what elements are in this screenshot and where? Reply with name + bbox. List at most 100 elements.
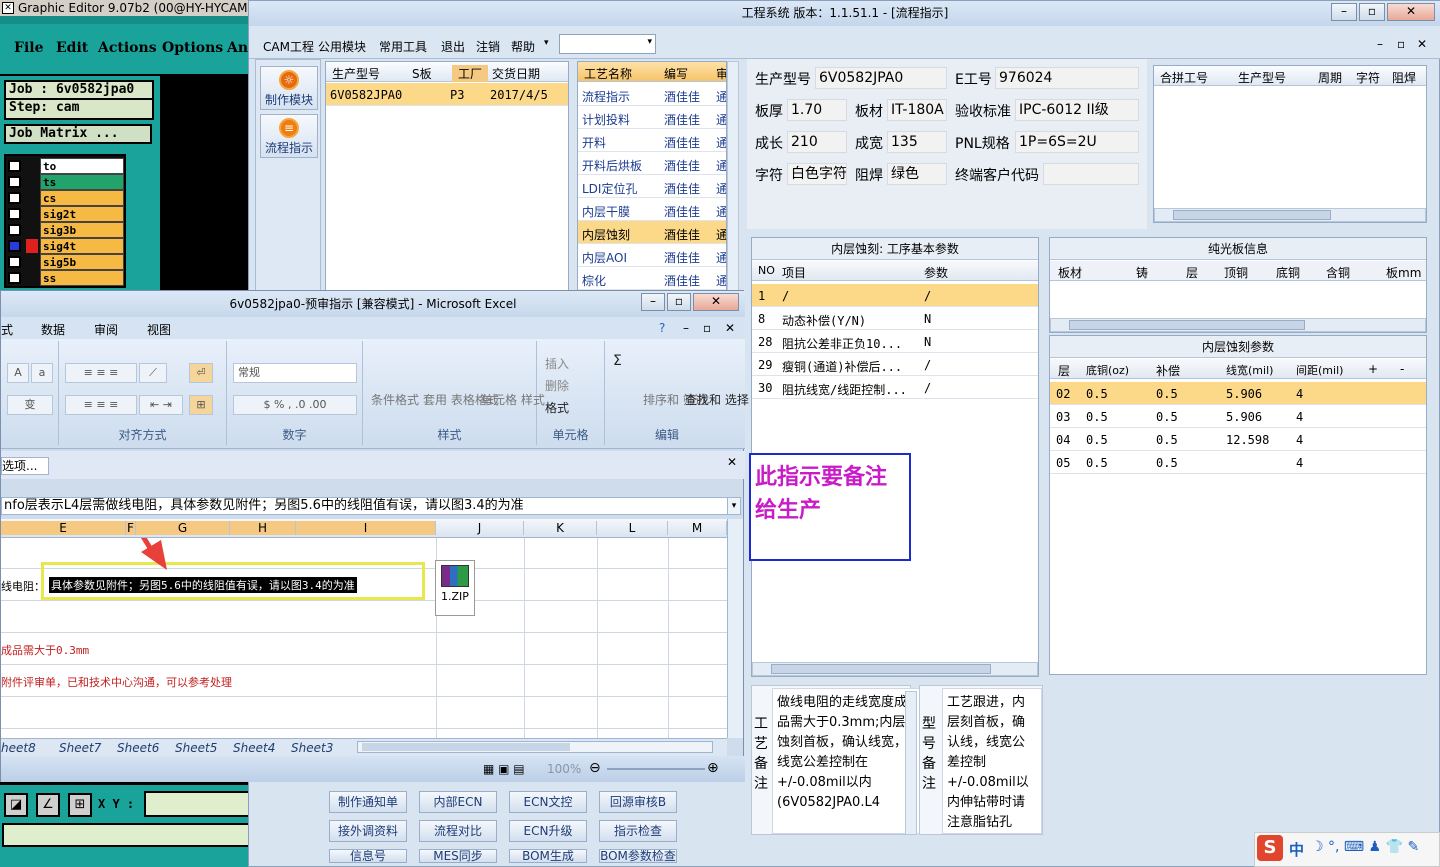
width-field[interactable]: 135 [887, 131, 947, 153]
sheet-tab[interactable]: Sheet3 [291, 741, 333, 755]
table-row[interactable]: 棕化 酒佳佳 通 [578, 267, 726, 290]
options-button[interactable]: 选项... [1, 457, 49, 475]
tab-review[interactable]: 审阅 [94, 321, 118, 338]
excel-hscrollbar[interactable] [357, 741, 713, 753]
col-header[interactable]: 补偿 [1156, 362, 1180, 379]
indent-icons[interactable]: ⇤ ⇥ [139, 395, 183, 415]
bottom-button[interactable]: 信息号 [329, 849, 407, 863]
table-row[interactable]: 04 0.5 0.5 12.598 4 [1050, 428, 1426, 451]
col-header[interactable]: 顶铜 [1224, 264, 1248, 281]
maximize-button[interactable]: ▫ [1359, 3, 1385, 21]
zoom-out-icon[interactable]: ⊖ [589, 760, 601, 776]
bottom-button[interactable]: BOM参数检查 [599, 849, 677, 863]
phonetic-icon[interactable]: 变 [7, 395, 53, 415]
selected-cell-text[interactable]: 具体参数见附件；另图5.6中的线阻值有误，请以图3.4的为准 [49, 577, 357, 593]
excel-vscrollbar[interactable] [727, 519, 743, 738]
ge-menu-file[interactable]: File [14, 40, 43, 56]
toolbar-combo[interactable] [559, 34, 656, 54]
table-row[interactable]: 开料 酒佳佳 通 [578, 129, 726, 152]
table-row[interactable]: 内层AOI 酒佳佳 通 [578, 244, 726, 267]
valign-icons[interactable]: ≡ ≡ ≡ [65, 363, 137, 383]
bottom-button[interactable]: 流程对比 [419, 820, 497, 842]
col-header[interactable]: - [1400, 362, 1404, 376]
col-header[interactable]: 板mm [1386, 264, 1421, 281]
number-format-select[interactable]: 常规 [233, 363, 357, 383]
cell-style-button[interactable]: 单元格 样式 [481, 391, 545, 408]
close-button[interactable]: ✕ [1387, 3, 1435, 21]
table-row[interactable]: 29 瘦铜(通道)补偿后... / [752, 353, 1038, 376]
table-row[interactable]: 内层蚀刻 酒佳佳 通 [578, 221, 726, 244]
col-header[interactable]: 参数 [924, 264, 948, 281]
param-hscrollbar[interactable] [752, 662, 1038, 676]
col-header[interactable]: 编写 [664, 65, 688, 82]
merge-icon[interactable]: ⊞ [189, 395, 213, 415]
ge-command-line[interactable] [2, 823, 250, 847]
model-note-text[interactable]: 工艺跟进，内层刻首板，确认线，线宽公差控制+/-0.08mil以内伸钻带时请注意… [942, 688, 1042, 834]
column-header[interactable]: K [524, 521, 597, 535]
customer-code-field[interactable] [1043, 163, 1139, 185]
table-row[interactable]: 计划投料 酒佳佳 通 [578, 106, 726, 129]
bottom-button[interactable]: ECN文控 [509, 791, 587, 813]
col-header[interactable]: 生产型号 [332, 65, 380, 82]
table-row[interactable]: 8 动态补偿(Y/N) N [752, 307, 1038, 330]
chevron-down-icon[interactable]: ▾ [544, 38, 549, 48]
help-icon[interactable]: ? [659, 321, 665, 335]
table-row[interactable]: 1 / / [752, 284, 1038, 307]
process-scrollbar[interactable] [727, 61, 739, 291]
menu-tools[interactable]: 常用工具 [379, 38, 427, 55]
col-header[interactable]: 层 [1058, 362, 1070, 379]
layer-checkbox[interactable] [8, 192, 21, 204]
bottom-button[interactable]: 接外调资料 [329, 820, 407, 842]
col-header[interactable]: 字符 [1356, 69, 1380, 86]
layer-row[interactable]: to [6, 158, 124, 174]
col-header[interactable]: 底铜(oz) [1086, 362, 1129, 378]
menu-logout[interactable]: 注销 [476, 38, 500, 55]
xy-input[interactable] [144, 791, 250, 817]
col-header[interactable]: 工厂 [452, 65, 489, 82]
bottom-button[interactable]: BOM生成 [509, 849, 587, 863]
excel-minimize-button[interactable]: – [641, 293, 665, 311]
sheet-tab[interactable]: Sheet7 [59, 741, 101, 755]
layer-row[interactable]: ss [6, 270, 124, 286]
layer-row[interactable]: cs [6, 190, 124, 206]
sum-icon[interactable]: Σ [613, 353, 622, 369]
view-mode-icons[interactable]: ▦ ▣ ▤ [483, 762, 525, 776]
tab-view[interactable]: 视图 [147, 321, 171, 338]
font-shrink-icon[interactable]: a [31, 363, 53, 383]
cond-format-button[interactable]: 条件格式 [369, 391, 421, 408]
menu-help[interactable]: 帮助 [511, 38, 535, 55]
tab-data[interactable]: 数据 [41, 321, 65, 338]
table-row[interactable]: 30 阻抗线宽/线距控制... / [752, 376, 1038, 399]
table-format-button[interactable]: 套用 表格格式 [423, 391, 499, 408]
menu-exit[interactable]: 退出 [441, 38, 465, 55]
table-row[interactable]: 6V0582JPA0 P3 2017/4/5 [326, 83, 568, 106]
table-row[interactable]: 05 0.5 0.5 4 [1050, 451, 1426, 474]
sogou-icon[interactable]: S [1257, 835, 1283, 861]
sheet-tab[interactable]: Sheet5 [175, 741, 217, 755]
col-header[interactable]: NO [758, 264, 775, 277]
layer-checkbox[interactable] [8, 272, 21, 284]
ime-tool-icons[interactable]: ☽ °, ⌨ ♟ 👕 ✎ [1311, 839, 1419, 855]
table-row[interactable]: 流程指示 酒佳佳 通 [578, 83, 726, 106]
excel-maximize-button[interactable]: ▫ [667, 293, 691, 311]
ime-mode[interactable]: 中 [1289, 839, 1304, 860]
zoom-in-icon[interactable]: ⊕ [707, 760, 719, 776]
wrap-text-icon[interactable]: ⏎ [189, 363, 213, 383]
ribbon-restore-icon[interactable]: ▫ [703, 321, 711, 335]
column-header[interactable]: G [136, 521, 230, 535]
sheet-tab[interactable]: heet8 [1, 741, 36, 755]
col-header[interactable]: 项目 [782, 264, 806, 281]
bottom-button[interactable]: 指示检查 [599, 820, 677, 842]
col-header[interactable]: 板材 [1058, 264, 1082, 281]
column-header[interactable]: J [436, 521, 524, 535]
e-number-field[interactable]: 976024 [995, 67, 1139, 89]
column-header[interactable]: M [668, 521, 727, 535]
col-header[interactable]: 生产型号 [1238, 69, 1286, 86]
delete-button[interactable]: 删除 [545, 377, 569, 394]
col-header[interactable]: 间距(mil) [1296, 362, 1343, 378]
formula-bar[interactable]: nfo层表示L4层需做线电阻，具体参数见附件；另图5.6中的线阻值有误，请以图3… [1, 497, 741, 515]
ge-menu-edit[interactable]: Edit [56, 40, 88, 56]
col-header[interactable]: 铸 [1136, 264, 1148, 281]
number-format-icons[interactable]: $ % , .0 .00 [233, 395, 357, 415]
bottom-button[interactable]: 制作通知单 [329, 791, 407, 813]
